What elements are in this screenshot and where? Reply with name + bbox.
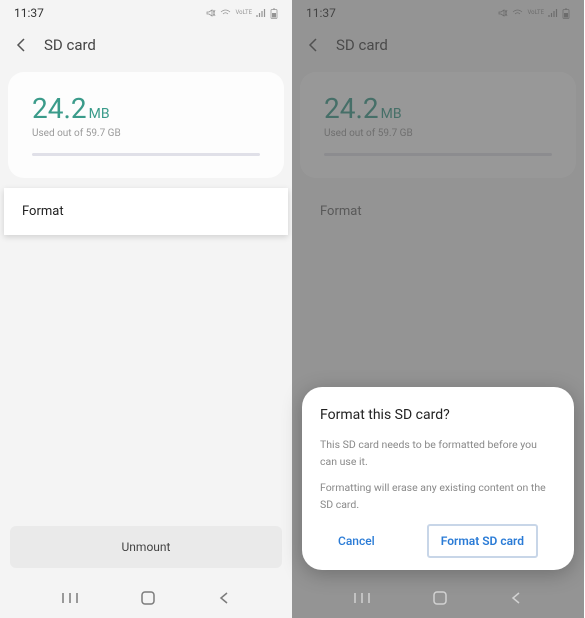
- dialog-title: Format this SD card?: [320, 407, 556, 423]
- header: SD card: [292, 26, 584, 68]
- storage-progress-bar: [324, 153, 552, 156]
- header: SD card: [0, 26, 292, 68]
- nav-home-icon[interactable]: [432, 590, 448, 606]
- wifi-icon: [220, 8, 231, 18]
- nav-bar: [0, 578, 292, 618]
- storage-usage: 24.2MB: [324, 92, 552, 125]
- mute-icon: [206, 8, 216, 18]
- storage-unit: MB: [381, 106, 402, 122]
- status-bar: 11:37 VoLTE: [0, 0, 292, 26]
- storage-card: 24.2MB Used out of 59.7 GB: [300, 72, 576, 178]
- storage-subtext: Used out of 59.7 GB: [324, 128, 552, 139]
- dialog-line2: Formatting will erase any existing conte…: [320, 480, 556, 514]
- format-dialog: Format this SD card? This SD card needs …: [302, 387, 574, 570]
- back-icon[interactable]: [14, 37, 30, 53]
- volte-icon: VoLTE: [527, 10, 544, 16]
- dialog-line1: This SD card needs to be formatted befor…: [320, 437, 556, 471]
- storage-value: 24.2: [324, 92, 379, 125]
- dialog-body: This SD card needs to be formatted befor…: [320, 437, 556, 514]
- storage-value: 24.2: [32, 92, 87, 125]
- signal-icon: [256, 8, 266, 18]
- storage-card: 24.2MB Used out of 59.7 GB: [8, 72, 284, 178]
- nav-recents-icon[interactable]: [353, 591, 371, 605]
- back-icon[interactable]: [306, 37, 322, 53]
- format-sd-card-button[interactable]: Format SD card: [427, 524, 538, 558]
- nav-home-icon[interactable]: [140, 590, 156, 606]
- phone-screen-right: 11:37 VoLTE SD card 24.2MB Used out of 5…: [292, 0, 584, 618]
- status-icons: VoLTE: [206, 8, 278, 19]
- status-icons: VoLTE: [498, 8, 570, 19]
- status-time: 11:37: [14, 6, 44, 20]
- storage-usage: 24.2MB: [32, 92, 260, 125]
- dialog-actions: Cancel Format SD card: [320, 524, 556, 558]
- nav-recents-icon[interactable]: [61, 591, 79, 605]
- nav-back-icon[interactable]: [217, 591, 231, 605]
- wifi-icon: [512, 8, 523, 18]
- cancel-button[interactable]: Cancel: [338, 534, 375, 548]
- battery-icon: [270, 8, 278, 19]
- page-title: SD card: [44, 36, 96, 54]
- mute-icon: [498, 8, 508, 18]
- page-title: SD card: [336, 36, 388, 54]
- unmount-button[interactable]: Unmount: [10, 526, 282, 568]
- volte-icon: VoLTE: [235, 10, 252, 16]
- storage-subtext: Used out of 59.7 GB: [32, 128, 260, 139]
- nav-back-icon[interactable]: [509, 591, 523, 605]
- storage-progress-bar: [32, 153, 260, 156]
- status-time: 11:37: [306, 6, 336, 20]
- status-bar: 11:37 VoLTE: [292, 0, 584, 26]
- storage-unit: MB: [89, 106, 110, 122]
- format-button[interactable]: Format: [4, 188, 288, 235]
- phone-screen-left: 11:37 VoLTE SD card 24.2MB Used out of 5…: [0, 0, 292, 618]
- signal-icon: [548, 8, 558, 18]
- format-button: Format: [296, 188, 580, 235]
- battery-icon: [562, 8, 570, 19]
- nav-bar: [292, 578, 584, 618]
